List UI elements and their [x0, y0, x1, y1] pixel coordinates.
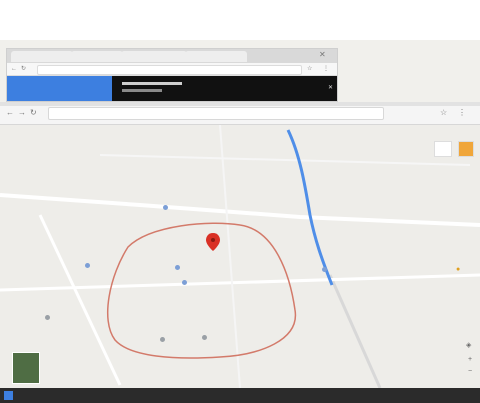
zoom-out-icon[interactable]: −: [468, 367, 472, 377]
poi-marker[interactable]: [175, 265, 180, 270]
address-bar[interactable]: [48, 107, 384, 120]
tab-4[interactable]: [185, 51, 247, 62]
road: [219, 125, 241, 388]
tab-2[interactable]: [71, 51, 123, 62]
tab-strip: ✕: [7, 49, 337, 63]
top-window-url-input[interactable]: [37, 65, 302, 75]
poi-marker[interactable]: [163, 205, 168, 210]
close-icon[interactable]: ✕: [328, 83, 333, 93]
start-icon[interactable]: [4, 391, 13, 400]
poi-marker[interactable]: [45, 315, 50, 320]
road: [328, 274, 382, 388]
star-icon[interactable]: ☆: [307, 64, 312, 74]
map-canvas[interactable]: [0, 125, 480, 388]
poi-marker[interactable]: [160, 337, 165, 342]
map-view[interactable]: ◈ + − ●: [0, 125, 480, 388]
taskbar: [0, 388, 480, 403]
apps-icon[interactable]: [458, 141, 474, 157]
dark-panel-text-line-1: [122, 82, 182, 85]
blue-panel[interactable]: [7, 76, 112, 101]
back-icon[interactable]: ←: [11, 64, 17, 74]
river: [286, 129, 334, 286]
tab-1[interactable]: [11, 51, 73, 62]
reload-icon[interactable]: ↻: [30, 108, 37, 118]
poi-marker[interactable]: [202, 335, 207, 340]
browser-toolbar: ← → ↻ ☆ ⋮: [0, 102, 480, 125]
road: [0, 193, 480, 227]
menu-icon[interactable]: ⋮: [458, 108, 466, 118]
tab-3[interactable]: [121, 51, 187, 62]
dark-panel: ✕: [112, 76, 337, 101]
close-icon[interactable]: ✕: [319, 50, 326, 60]
zoom-in-icon[interactable]: +: [468, 355, 472, 365]
dark-panel-text-line-2: [122, 89, 162, 92]
pegman-icon[interactable]: ●: [456, 265, 460, 275]
top-browser-window: ✕ ← ↻ ☆ ⋮ ✕: [6, 48, 338, 102]
menu-icon[interactable]: ⋮: [323, 64, 329, 74]
satellite-thumbnail[interactable]: [12, 352, 40, 384]
road: [99, 154, 471, 166]
back-icon[interactable]: ←: [6, 108, 14, 118]
top-window-address-bar: ← ↻ ☆ ⋮: [7, 63, 337, 76]
layers-button[interactable]: [434, 141, 452, 157]
compass-icon[interactable]: ◈: [466, 341, 471, 351]
poi-marker[interactable]: [322, 267, 327, 272]
reload-icon[interactable]: ↻: [21, 64, 26, 74]
forward-icon[interactable]: →: [18, 108, 26, 118]
poi-marker[interactable]: [85, 263, 90, 268]
star-icon[interactable]: ☆: [440, 108, 447, 118]
tab-strip: [0, 102, 480, 106]
poi-marker[interactable]: [182, 280, 187, 285]
